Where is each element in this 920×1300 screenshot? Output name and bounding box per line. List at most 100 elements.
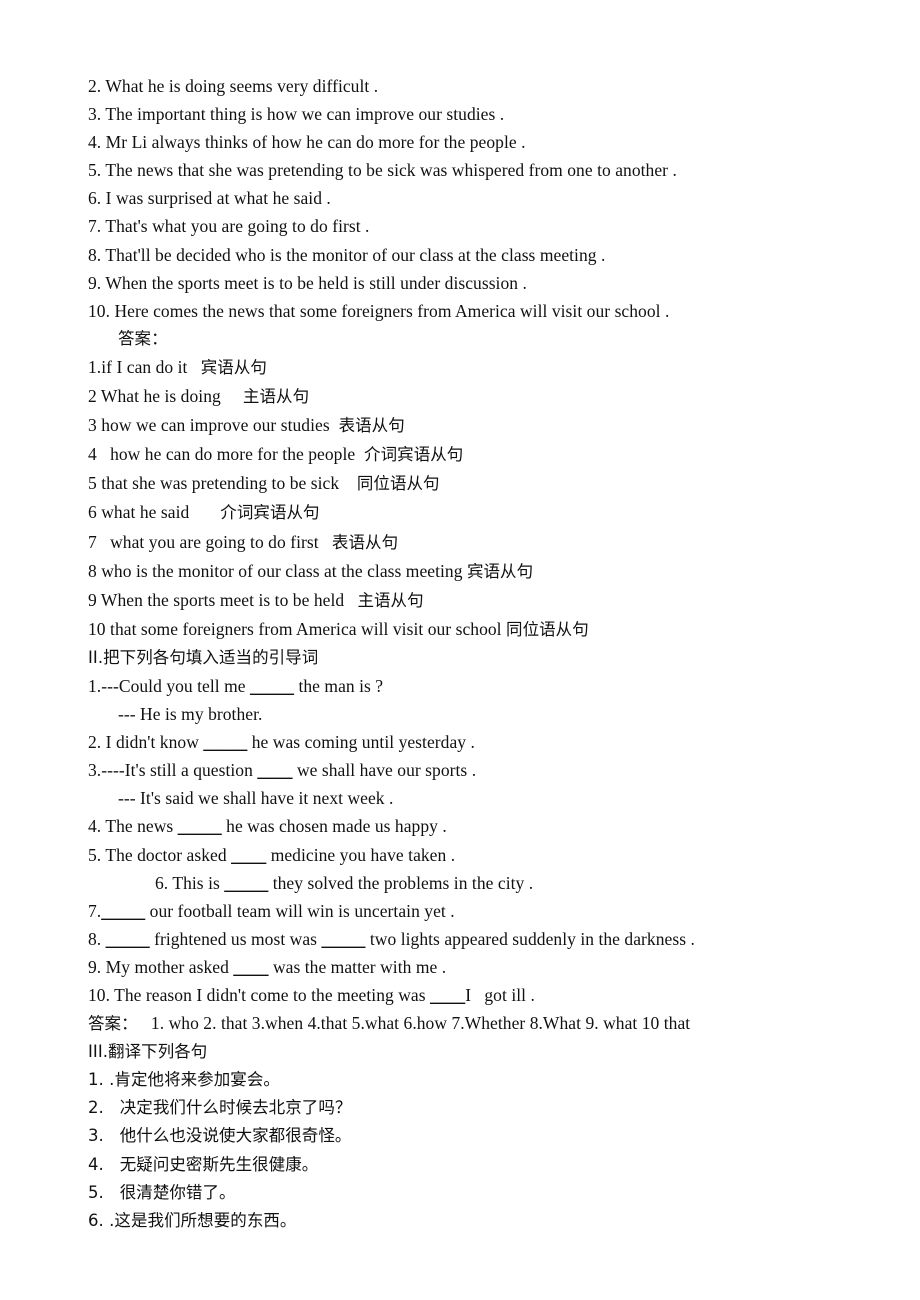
answer-blank[interactable]: _____ (224, 873, 268, 893)
fill-blank-question-9: 9. My mother asked ____ was the matter w… (88, 953, 860, 981)
fill-blank-question-4: 4. The news _____ he was chosen made us … (88, 812, 860, 840)
sentence-item: 3. The important thing is how we can imp… (88, 104, 505, 125)
fill-blank-question-3: 3.----It's still a question ____ we shal… (88, 756, 860, 784)
question-text: 5. The doctor asked (88, 844, 232, 865)
translation-item: 6. .这是我们所想要的东西。 (88, 1210, 297, 1230)
answer-row: 6 what he said 介词宾语从句 (88, 498, 860, 527)
translation-item: 2. 决定我们什么时候去北京了吗？ (88, 1098, 352, 1118)
question-text: was the matter with me . (268, 956, 447, 977)
answer-clause: When the sports meet is to be held (96, 589, 345, 610)
answer-number: 1. (88, 356, 102, 377)
answer-gap (221, 386, 243, 406)
answer-row: 3 how we can improve our studies 表语从句 (88, 411, 860, 440)
question-text: 7. (88, 900, 102, 921)
answer-number: 9 (88, 589, 97, 610)
translation-item: 3. 他什么也没说使大家都很奇怪。 (88, 1126, 352, 1146)
answer-gap (189, 502, 220, 522)
section-one-answer-list: 1.if I can do it 宾语从句 2 What he is doing… (88, 353, 860, 644)
answer-number: 5 (88, 473, 97, 494)
answer-blank[interactable]: _____ (203, 732, 247, 752)
answer-clause: how we can improve our studies (96, 415, 330, 436)
translation-item: 4. 无疑问史密斯先生很健康。 (88, 1154, 319, 1174)
fill-blank-question-2: 2. I didn't know _____ he was coming unt… (88, 728, 860, 756)
answer-blank[interactable]: _____ (178, 816, 222, 836)
question-text: 1.---Could you tell me (88, 675, 251, 696)
answer-clause: who is the monitor of our class at the c… (96, 560, 463, 581)
sentence-item: 8. That'll be decided who is the monitor… (88, 244, 606, 265)
answer-blank[interactable]: ____ (233, 957, 268, 977)
section-three-items: 1. .肯定他将来参加宴会。 2. 决定我们什么时候去北京了吗？ 3. 他什么也… (88, 1066, 860, 1235)
section-two-answer-label: 答案： (88, 1014, 138, 1034)
answer-blank[interactable]: ____ (231, 845, 266, 865)
question-text: I got ill . (465, 985, 535, 1005)
answer-number: 2 (88, 386, 97, 407)
sentence-item: 2. What he is doing seems very difficult… (88, 76, 379, 96)
question-text: 4. The news (88, 816, 178, 837)
answer-gap (339, 473, 357, 493)
worksheet-page: 2. What he is doing seems very difficult… (0, 0, 920, 1300)
answer-blank[interactable]: ____ (430, 985, 465, 1005)
question-text: 6. This is (155, 872, 225, 893)
answer-blank[interactable]: ____ (257, 760, 292, 780)
sentence-item: 7. That's what you are going to do first… (88, 216, 370, 237)
answer-blank[interactable]: _____ (101, 901, 145, 921)
answer-number: 4 (88, 444, 97, 465)
question-text: 10. The reason I didn't come to the meet… (88, 985, 431, 1005)
answer-gap (187, 357, 200, 377)
answer-clause: that she was pretending to be sick (96, 473, 340, 494)
question-text: 2. I didn't know (88, 732, 204, 753)
sentence-item: 10. Here comes the news that some foreig… (88, 300, 670, 321)
answer-row: 10 that some foreigners from America wil… (88, 615, 860, 644)
fill-blank-question-10: 10. The reason I didn't come to the meet… (88, 981, 860, 1009)
answer-gap (355, 444, 364, 464)
answer-clause: that some foreigners from America will v… (105, 618, 502, 639)
clause-type-label: 同位语从句 (356, 474, 440, 494)
answer-row: 1.if I can do it 宾语从句 (88, 353, 860, 382)
answer-row: 4 how he can do more for the people 介词宾语… (88, 440, 860, 469)
clause-type-label: 介词宾语从句 (220, 503, 320, 523)
question-3-reply: --- It's said we shall have it next week… (118, 788, 394, 809)
clause-type-label: 介词宾语从句 (364, 445, 464, 465)
section-one-sentences: 2. What he is doing seems very difficult… (88, 72, 860, 325)
question-text: he was chosen made us happy . (221, 816, 447, 837)
translation-item: 5. 很清楚你错了。 (88, 1182, 236, 1202)
answer-clause: how he can do more for the people (96, 444, 356, 465)
question-text: we shall have our sports . (292, 760, 477, 781)
answer-number: 3 (88, 415, 97, 436)
question-1-reply: --- He is my brother. (118, 704, 263, 725)
fill-blank-question-1: 1.---Could you tell me _____ the man is … (88, 672, 860, 700)
answer-blank[interactable]: _____ (321, 929, 365, 949)
question-text: the man is ? (294, 675, 384, 696)
answer-row: 9 When the sports meet is to be held 主语从… (88, 586, 860, 615)
answer-blank[interactable]: _____ (250, 676, 294, 696)
answer-blank[interactable]: _____ (106, 929, 150, 949)
question-text: two lights appeared suddenly in the dark… (365, 928, 695, 949)
clause-type-label: 表语从句 (338, 416, 405, 436)
fill-blank-question-5: 5. The doctor asked ____ medicine you ha… (88, 841, 860, 869)
answer-number: 6 (88, 502, 97, 523)
answer-row: 8 who is the monitor of our class at the… (88, 557, 860, 586)
sentence-item: 4. Mr Li always thinks of how he can do … (88, 132, 526, 153)
fill-blank-question-7: 7._____ our football team will win is un… (88, 897, 860, 925)
answer-row: 7 what you are going to do first 表语从句 (88, 528, 860, 557)
question-text: they solved the problems in the city . (268, 872, 534, 893)
clause-type-label: 表语从句 (331, 532, 399, 552)
fill-blank-question-6: 6. This is _____ they solved the problem… (88, 869, 860, 897)
answer-row: 5 that she was pretending to be sick 同位语… (88, 469, 860, 498)
question-text: 8. (88, 928, 106, 949)
section-two-answers: 1. who 2. that 3.when 4.that 5.what 6.ho… (137, 1013, 691, 1034)
answer-clause: what he said (96, 502, 190, 523)
answer-gap (319, 532, 332, 552)
question-text: frightened us most was (149, 928, 322, 949)
clause-type-label: 宾语从句 (466, 561, 534, 581)
question-text: he was coming until yesterday . (247, 732, 475, 753)
answer-number: 8 (88, 560, 97, 581)
answer-number: 7 (88, 531, 97, 552)
answer-number: 10 (88, 618, 106, 639)
answer-clause: What he is doing (96, 386, 221, 407)
translation-item: 1. .肯定他将来参加宴会。 (88, 1070, 280, 1090)
sentence-item: 6. I was surprised at what he said . (88, 188, 331, 209)
answer-gap (344, 590, 357, 610)
clause-type-label: 同位语从句 (506, 619, 589, 639)
question-text: 9. My mother asked (88, 956, 234, 977)
